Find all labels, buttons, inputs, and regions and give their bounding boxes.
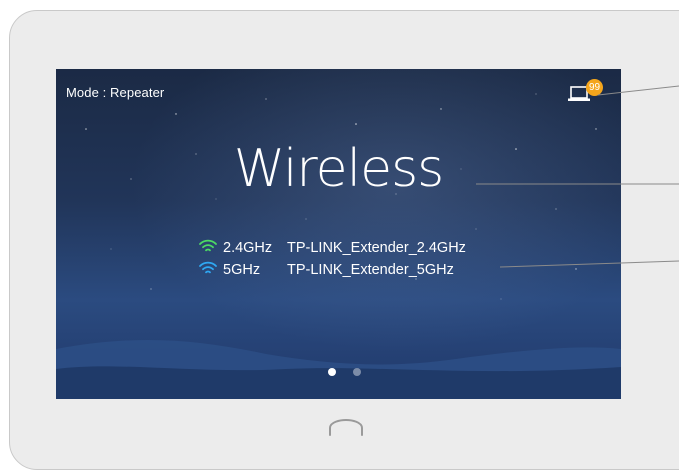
page-indicator [328,368,368,378]
home-arch-icon [329,418,363,436]
desert-dunes-background [56,339,621,399]
mode-label: Mode : Repeater [66,85,165,100]
touch-screen[interactable]: Mode : Repeater 99 Wireless 2.4GHz TP-LIN… [56,69,621,399]
wifi-icon [199,261,217,274]
connected-clients-button[interactable]: 99 [566,79,603,105]
band-row-5ghz: 5GHz TP-LINK_Extender_5GHz [199,260,454,280]
page-title: Wireless [233,139,445,199]
ssid-name: TP-LINK_Extender_2.4GHz [287,240,466,256]
page-dot-active[interactable] [328,368,336,376]
band-row-2.4ghz: 2.4GHz TP-LINK_Extender_2.4GHz [199,238,466,258]
wifi-icon [199,239,217,252]
band-label: 5GHz [223,262,261,278]
band-label: 2.4GHz [223,240,273,256]
ssid-name: TP-LINK_Extender_5GHz [287,262,454,278]
clients-count-badge: 99 [586,79,603,96]
page-dot-inactive[interactable] [353,368,361,376]
home-button[interactable] [328,418,364,438]
